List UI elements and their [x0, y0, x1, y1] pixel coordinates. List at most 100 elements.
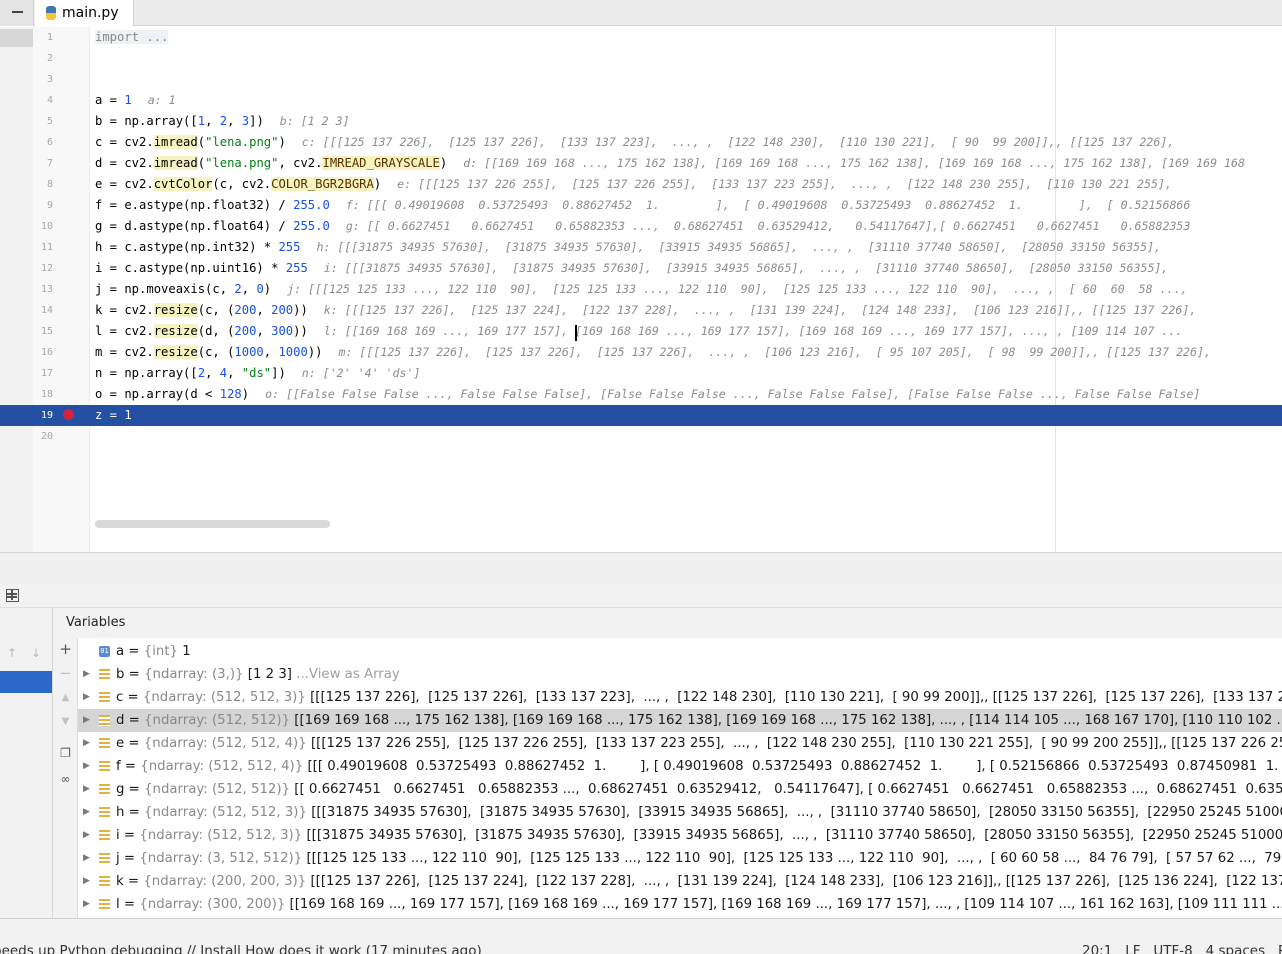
code-line[interactable]: 3 [0, 69, 1282, 90]
code-line[interactable]: 6 c = cv2.imread("lena.png") c: [[[125 137… [0, 132, 1282, 153]
code-line[interactable]: 16 m = cv2.resize(c, (1000, 1000)) m: [[[1… [0, 342, 1282, 363]
code-text: d = cv2.imread("lena.png", cv2.IMREAD_GR… [95, 153, 447, 174]
code-line[interactable]: 1 import ... [0, 27, 1282, 48]
variables-list[interactable]: 01 a = {int} 1 ▶ b = {ndarray: (3,)} [1 2 3… [78, 640, 1282, 918]
status-message[interactable]: peeds up Python debugging // Install How… [0, 943, 482, 954]
expand-arrow-icon[interactable]: ▶ [83, 663, 93, 686]
remove-watch-icon[interactable]: − [58, 666, 73, 681]
expand-arrow-icon[interactable]: ▶ [83, 824, 93, 847]
code-token: )) [293, 303, 308, 317]
code-token: l = cv2. [95, 324, 154, 338]
move-down-icon[interactable]: ▼ [58, 714, 73, 729]
variable-row-c[interactable]: ▶ c = {ndarray: (512, 512, 3)} [[[125 137… [78, 686, 1282, 709]
arrow-down-icon[interactable]: ↓ [31, 646, 41, 660]
variable-row-b[interactable]: ▶ b = {ndarray: (3,)} [1 2 3] ...View as … [78, 663, 1282, 686]
code-token: ) [439, 156, 448, 170]
variable-row-k[interactable]: ▶ k = {ndarray: (200, 200, 3)} [[[125 137… [78, 870, 1282, 893]
expand-arrow-icon[interactable]: ▶ [83, 893, 93, 916]
code-token: ( [197, 135, 206, 149]
variable-row-e[interactable]: ▶ e = {ndarray: (512, 512, 4)} [[[125 137… [78, 732, 1282, 755]
variable-row-l[interactable]: ▶ l = {ndarray: (300, 200)} [[169 168 169… [78, 893, 1282, 916]
breakpoint-icon[interactable] [63, 409, 74, 420]
variable-type: {ndarray: (512, 512, 4)} [143, 736, 307, 751]
collapse-panel-button[interactable] [0, 0, 34, 26]
code-token: import ... [95, 30, 169, 44]
code-token: , cv2. [278, 156, 323, 170]
variable-type: {ndarray: (3, 512, 512)} [139, 851, 303, 866]
variable-row-i[interactable]: ▶ i = {ndarray: (512, 512, 3)} [[[31875 3… [78, 824, 1282, 847]
file-encoding[interactable]: UTF-8 [1153, 943, 1192, 954]
view-as-array-link[interactable]: ...View as Array [296, 667, 400, 682]
add-watch-icon[interactable]: + [58, 642, 73, 657]
expand-arrow-icon[interactable]: ▶ [83, 732, 93, 755]
glasses-icon[interactable]: ∞ [58, 772, 73, 787]
editor-tab-bar: main.py [0, 0, 1282, 26]
code-line[interactable]: 5 b = np.array([1, 2, 3]) b: [1 2 3] [0, 111, 1282, 132]
horizontal-scrollbar[interactable] [95, 520, 330, 528]
variable-row-h[interactable]: ▶ h = {ndarray: (512, 512, 3)} [[[31875 3… [78, 801, 1282, 824]
frame-item-selected[interactable] [0, 671, 52, 693]
expand-arrow-icon[interactable]: ▶ [83, 870, 93, 893]
code-token: 1000 [278, 345, 308, 359]
variable-row-f[interactable]: ▶ f = {ndarray: (512, 512, 4)} [[[ 0.4901… [78, 755, 1282, 778]
code-line[interactable]: 13 j = np.moveaxis(c, 2, 0) j: [[[125 125 … [0, 279, 1282, 300]
code-line[interactable]: 12 i = c.astype(np.uint16) * 255 i: [[[318… [0, 258, 1282, 279]
line-number: 3 [46, 74, 53, 85]
code-line[interactable]: 17 n = np.array([2, 4, "ds"]) n: ['2' '4' … [0, 363, 1282, 384]
inline-value-hint: c: [[[125 137 226], [125 137 226], [133 … [301, 135, 1175, 149]
line-ending[interactable]: LF [1125, 943, 1140, 954]
expand-arrow-icon[interactable]: ▶ [83, 847, 93, 870]
expand-arrow-icon[interactable]: ▶ [83, 778, 93, 801]
code-editor[interactable]: 1 import ... 2 3 4 a = 1 a: 15b = np.array([1,… [0, 27, 1282, 552]
inline-value-hint: d: [[169 169 168 ..., 175 162 138], [169… [463, 156, 1245, 170]
code-line[interactable]: 7 d = cv2.imread("lena.png", cv2.IMREAD_G… [0, 153, 1282, 174]
expand-arrow-icon[interactable]: ▶ [83, 801, 93, 824]
code-line[interactable]: 18 o = np.array(d < 128) o: [[False False … [0, 384, 1282, 405]
array-icon [99, 669, 110, 680]
caret-position[interactable]: 20:1 [1082, 943, 1112, 954]
tab-main-py[interactable]: main.py [35, 0, 134, 26]
line-number: 17 [40, 368, 53, 379]
code-line[interactable]: 4 a = 1 a: 1 [0, 90, 1282, 111]
table-view-icon[interactable] [6, 589, 19, 602]
variable-value: [[169 169 168 ..., 175 162 138], [169 16… [294, 713, 1282, 728]
variable-value: [[[31875 34935 57630], [31875 34935 5763… [311, 805, 1282, 820]
code-line[interactable]: 10 g = d.astype(np.float64) / 255.0 g: [[ … [0, 216, 1282, 237]
code-line[interactable]: 2 [0, 48, 1282, 69]
expand-arrow-icon[interactable]: ▶ [83, 709, 93, 732]
variable-row-g[interactable]: ▶ g = {ndarray: (512, 512)} [[ 0.6627451 … [78, 778, 1282, 801]
code-token: d = cv2. [95, 156, 154, 170]
code-text: e = cv2.cvtColor(c, cv2.COLOR_BGR2BGRA) [95, 174, 381, 195]
variable-type: {ndarray: (512, 512, 4)} [140, 759, 304, 774]
code-line[interactable]: 14 k = cv2.resize(c, (200, 200)) k: [[[125… [0, 300, 1282, 321]
code-token: o = np.array(d < [95, 387, 220, 401]
variable-name: e [116, 736, 125, 751]
code-token: m = cv2. [95, 345, 154, 359]
code-line[interactable]: 9 f = e.astype(np.float32) / 255.0 f: [[[ … [0, 195, 1282, 216]
inline-value-hint: g: [[ 0.6627451 0.6627451 0.65882353 ...… [345, 219, 1191, 233]
int-icon: 01 [99, 646, 110, 657]
variable-row-a[interactable]: 01 a = {int} 1 [78, 640, 1282, 663]
code-text: h = c.astype(np.int32) * 255 [95, 237, 300, 258]
code-text: c = cv2.imread("lena.png") [95, 132, 286, 153]
code-token: 200 [234, 303, 257, 317]
variable-value: [[[125 137 226], [125 137 226], [133 137… [310, 690, 1282, 705]
code-line[interactable]: 11 h = c.astype(np.int32) * 255 h: [[[3187… [0, 237, 1282, 258]
move-up-icon[interactable]: ▲ [58, 690, 73, 705]
expand-arrow-icon[interactable]: ▶ [83, 755, 93, 778]
code-line[interactable]: 8 e = cv2.cvtColor(c, cv2.COLOR_BGR2BGRA)… [0, 174, 1282, 195]
copy-icon[interactable]: ❐ [58, 746, 73, 761]
code-line[interactable]: 20 [0, 426, 1282, 447]
arrow-up-icon[interactable]: ↑ [7, 646, 17, 660]
code-token: n = np.array([ [95, 366, 198, 380]
code-line[interactable]: 15 l = cv2.resize(d, (200, 300)) l: [[169 … [0, 321, 1282, 342]
expand-arrow-icon[interactable]: ▶ [83, 686, 93, 709]
inline-value-hint: n: ['2' '4' 'ds'] [301, 366, 421, 380]
indent-setting[interactable]: 4 spaces [1206, 943, 1266, 954]
variable-row-j[interactable]: ▶ j = {ndarray: (3, 512, 512)} [[[125 125… [78, 847, 1282, 870]
variable-row-d[interactable]: ▶ d = {ndarray: (512, 512)} [[169 169 168… [78, 709, 1282, 732]
variable-name: f [116, 759, 121, 774]
interpreter-indicator[interactable]: P [1278, 943, 1282, 954]
current-execution-line[interactable]: 19 z = 1 [0, 405, 1282, 426]
code-token: 255.0 [293, 219, 330, 233]
